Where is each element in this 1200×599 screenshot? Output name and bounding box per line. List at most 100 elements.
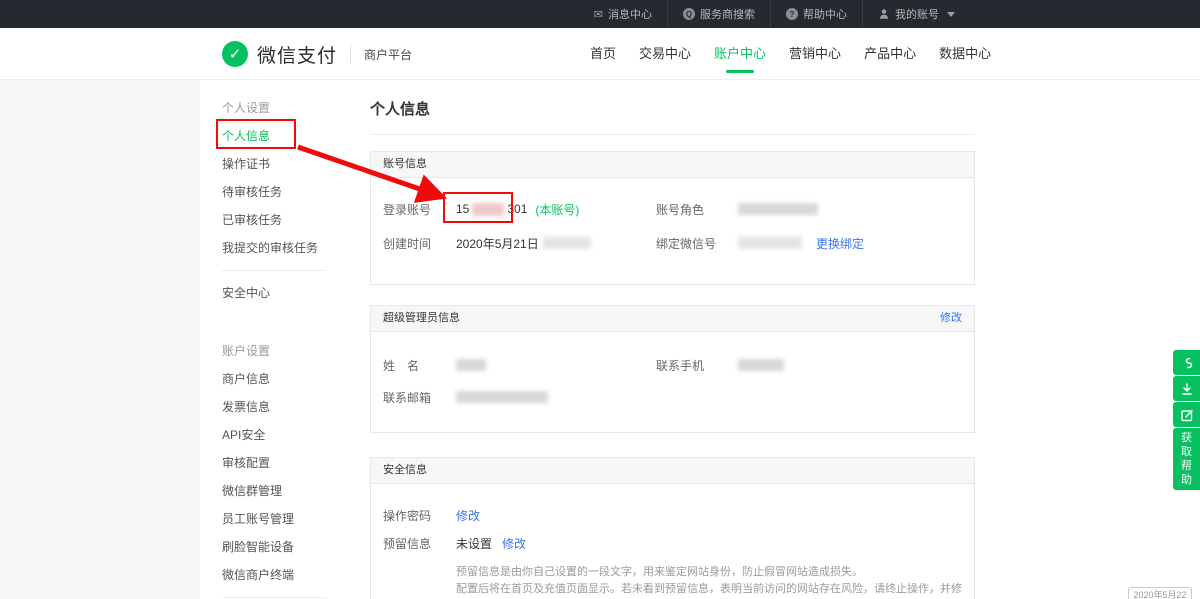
nav-item-product-center[interactable]: 产品中心	[864, 28, 916, 80]
get-help-label: 获取帮助	[1181, 431, 1193, 487]
contact-email-masked-value	[456, 391, 548, 403]
operation-password-label: 操作密码	[383, 507, 456, 524]
reserved-info-label: 预留信息	[383, 535, 456, 552]
contact-phone-masked-value	[738, 359, 784, 371]
floating-toolbar: 获取帮助	[1173, 350, 1200, 491]
sidebar-header-account-settings: 账户设置	[222, 337, 345, 365]
panel-super-admin: 超级管理员信息 修改 姓 名 联系手机 联系邮箱	[370, 305, 975, 433]
panel-account-info-header: 账号信息	[371, 152, 974, 178]
topbar: ✉ 消息中心 Q 服务商搜索 ? 帮助中心 我的账号	[0, 0, 1200, 28]
topbar-items: ✉ 消息中心 Q 服务商搜索 ? 帮助中心 我的账号	[579, 0, 970, 28]
main-content: 个人信息 账号信息 登录账号 15 301 (本账号) 账号	[345, 80, 1200, 599]
created-time-label: 创建时间	[383, 235, 456, 252]
row-admin-name: 姓 名 联系手机	[383, 348, 962, 382]
login-prefix: 15	[456, 202, 469, 216]
edit-icon	[1180, 408, 1194, 422]
tip-line: 配置后将在首页及充值页面显示。若未看到预留信息，表明当前访问的网站存在风险，请终…	[456, 581, 962, 599]
contact-phone-label: 联系手机	[656, 357, 738, 374]
floating-feedback-button[interactable]	[1173, 402, 1200, 427]
floating-get-help-button[interactable]: 获取帮助	[1173, 428, 1200, 490]
bound-wechat-masked-value	[738, 237, 802, 249]
download-icon	[1180, 382, 1194, 396]
reserved-info-edit-link[interactable]: 修改	[502, 535, 526, 552]
rebind-link[interactable]: 更换绑定	[816, 235, 864, 252]
nav-item-data-center[interactable]: 数据中心	[939, 28, 991, 80]
nav-item-home[interactable]: 首页	[590, 28, 616, 80]
wechat-pay-merchant-platform: ✉ 消息中心 Q 服务商搜索 ? 帮助中心 我的账号 ✓	[0, 0, 1200, 599]
main-nav: 首页 交易中心 账户中心 营销中心 产品中心 数据中心	[590, 28, 991, 80]
sidebar-header-personal-settings: 个人设置	[222, 94, 345, 122]
wechat-pay-logo-icon: ✓	[222, 41, 248, 67]
sidebar-divider	[222, 270, 326, 271]
topbar-item-service-search[interactable]: Q 服务商搜索	[667, 0, 770, 28]
sidebar-item-api-security[interactable]: API安全	[222, 421, 345, 449]
sidebar-gap	[222, 307, 345, 337]
user-icon	[878, 8, 890, 20]
sidebar-item-reviewed-tasks[interactable]: 已审核任务	[222, 206, 345, 234]
created-time-value: 2020年5月21日	[456, 235, 539, 252]
topbar-item-my-account[interactable]: 我的账号	[862, 0, 970, 28]
panel-super-admin-title: 超级管理员信息	[383, 312, 460, 324]
nav-item-account-center[interactable]: 账户中心	[714, 28, 766, 80]
floating-download-button[interactable]	[1173, 376, 1200, 401]
account-role-label: 账号角色	[656, 201, 738, 218]
contact-email-label: 联系邮箱	[383, 389, 456, 406]
mail-icon: ✉	[594, 8, 603, 21]
login-account-value: 15 301	[456, 202, 527, 216]
sidebar-item-operation-certificate[interactable]: 操作证书	[222, 150, 345, 178]
help-icon: ?	[786, 8, 798, 20]
name-masked-value	[456, 359, 486, 371]
reserved-info-value: 未设置	[456, 535, 492, 552]
row-created-time: 创建时间 2020年5月21日 绑定微信号 更换绑定	[383, 226, 962, 260]
sidebar-item-personal-info[interactable]: 个人信息	[222, 122, 345, 150]
admin-edit-link[interactable]: 修改	[940, 306, 962, 331]
sidebar-item-my-submitted-tasks[interactable]: 我提交的审核任务	[222, 234, 345, 262]
brand: ✓ 微信支付 商户平台	[222, 28, 412, 80]
created-time-masked-segment	[543, 237, 591, 249]
nav-item-transaction-center[interactable]: 交易中心	[639, 28, 691, 80]
row-operation-password: 操作密码 修改	[383, 500, 962, 530]
sidebar-item-security-center[interactable]: 安全中心	[222, 279, 345, 307]
panel-security-info-header: 安全信息	[371, 458, 974, 484]
topbar-item-help-center[interactable]: ? 帮助中心	[770, 0, 862, 28]
caret-down-icon	[947, 12, 955, 17]
login-masked-segment	[472, 203, 504, 216]
sidebar-item-staff-accounts[interactable]: 员工账号管理	[222, 505, 345, 533]
topbar-item-label: 消息中心	[608, 6, 652, 22]
sidebar-item-pending-review-tasks[interactable]: 待审核任务	[222, 178, 345, 206]
row-reserved-info: 预留信息 未设置 修改	[383, 530, 962, 556]
panel-security-info: 安全信息 操作密码 修改 预留信息 未设置 修改 预留信息是由你自己设置的一段文…	[370, 457, 975, 599]
search-icon: Q	[683, 8, 695, 20]
topbar-item-label: 服务商搜索	[700, 6, 755, 22]
sidebar-item-merchant-terminal[interactable]: 微信商户终端	[222, 561, 345, 589]
date-tooltip: 2020年5月22日	[1128, 587, 1192, 599]
sidebar-item-merchant-info[interactable]: 商户信息	[222, 365, 345, 393]
row-admin-email: 联系邮箱	[383, 382, 962, 412]
panel-account-info: 账号信息 登录账号 15 301 (本账号) 账号角色	[370, 151, 975, 285]
sidebar-divider	[222, 597, 326, 598]
tip-line: 预留信息是由你自己设置的一段文字，用来鉴定网站身份，防止假冒网站造成损失。	[456, 564, 962, 581]
sidebar: 个人设置 个人信息 操作证书 待审核任务 已审核任务 我提交的审核任务 安全中心…	[200, 80, 345, 599]
floating-service-button[interactable]	[1173, 350, 1200, 375]
row-login-account: 登录账号 15 301 (本账号) 账号角色	[383, 192, 962, 226]
sidebar-item-face-devices[interactable]: 刷脸智能设备	[222, 533, 345, 561]
page-title: 个人信息	[370, 98, 975, 119]
login-suffix: 301	[507, 202, 527, 216]
account-role-masked-value	[738, 203, 818, 215]
panel-super-admin-header: 超级管理员信息 修改	[371, 306, 974, 332]
header: ✓ 微信支付 商户平台 首页 交易中心 账户中心 营销中心 产品中心 数据中心	[0, 28, 1200, 80]
sidebar-item-invoice-info[interactable]: 发票信息	[222, 393, 345, 421]
current-account-tag: (本账号)	[535, 201, 579, 218]
login-account-label: 登录账号	[383, 201, 456, 218]
operation-password-edit-link[interactable]: 修改	[456, 507, 480, 524]
reserved-info-tips: 预留信息是由你自己设置的一段文字，用来鉴定网站身份，防止假冒网站造成损失。 配置…	[383, 564, 962, 599]
name-label: 姓 名	[383, 357, 456, 374]
sidebar-item-wechat-group[interactable]: 微信群管理	[222, 477, 345, 505]
topbar-item-label: 我的账号	[895, 6, 939, 22]
topbar-item-message-center[interactable]: ✉ 消息中心	[579, 0, 667, 28]
brand-title: 微信支付	[257, 41, 337, 68]
bound-wechat-label: 绑定微信号	[656, 235, 738, 252]
service-hook-icon	[1180, 356, 1194, 370]
sidebar-item-review-config[interactable]: 审核配置	[222, 449, 345, 477]
nav-item-marketing-center[interactable]: 营销中心	[789, 28, 841, 80]
